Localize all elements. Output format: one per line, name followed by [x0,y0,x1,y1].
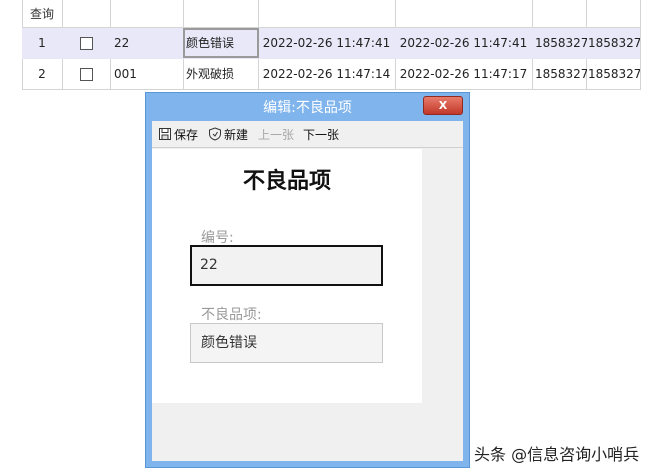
name-cell[interactable]: 外观破损 [186,59,258,90]
created-time-cell[interactable]: 2022-02-26 11:47:41 [258,28,395,59]
table-row[interactable]: 2 001 外观破损 2022-02-26 11:47:14 2022-02-2… [22,59,640,90]
save-button[interactable]: 保存 [158,126,198,142]
dialog-client-area: 保存 新建 上一张 下一张 不良品项 编号: 22 不良品项: 颜色错误 [152,121,463,461]
user-cell[interactable]: 1858327 [588,59,640,90]
code-cell[interactable]: 001 [114,59,184,90]
form-panel: 不良品项 编号: 22 不良品项: 颜色错误 [152,149,422,403]
next-button[interactable]: 下一张 [303,126,339,142]
code-cell[interactable]: 22 [114,28,184,59]
table-row[interactable]: 1 22 颜色错误 2022-02-26 11:47:41 2022-02-26… [22,28,640,59]
row-index: 1 [38,36,46,50]
user-cell[interactable]: 1858327 [535,28,587,59]
new-shield-icon [208,127,222,141]
grid-line [640,0,641,90]
code-label: 编号: [201,230,234,246]
modified-time-cell[interactable]: 2022-02-26 11:47:17 [395,59,532,90]
row-checkbox[interactable] [80,37,93,50]
defect-item-label: 不良品项: [201,307,262,323]
save-label: 保存 [174,127,199,142]
dialog-toolbar: 保存 新建 上一张 下一张 [152,121,463,148]
new-button[interactable]: 新建 [208,126,248,142]
dialog-title: 编辑:不良品项 [263,100,352,116]
row-index: 2 [38,67,46,81]
defect-item-input[interactable]: 颜色错误 [190,323,383,363]
user-cell[interactable]: 1858327 [535,59,587,90]
user-cell[interactable]: 1858327 [588,28,640,59]
save-icon [158,127,172,141]
query-label[interactable]: 查询 [30,5,54,22]
modified-time-cell[interactable]: 2022-02-26 11:47:41 [395,28,532,59]
watermark-text: 头条 @信息咨询小哨兵 [474,445,640,464]
code-input[interactable]: 22 [190,245,383,286]
edit-dialog: 编辑:不良品项 X 保存 新建 上一张 下一张 不良品项 编号: 22 不良品项… [145,92,470,468]
name-cell[interactable]: 颜色错误 [186,28,258,59]
close-button[interactable]: X [423,96,463,115]
form-title: 不良品项 [242,169,331,194]
prev-button[interactable]: 上一张 [258,126,294,142]
dialog-titlebar[interactable]: 编辑:不良品项 X [146,93,469,121]
created-time-cell[interactable]: 2022-02-26 11:47:14 [258,59,395,90]
new-label: 新建 [224,127,249,142]
row-checkbox[interactable] [80,68,93,81]
